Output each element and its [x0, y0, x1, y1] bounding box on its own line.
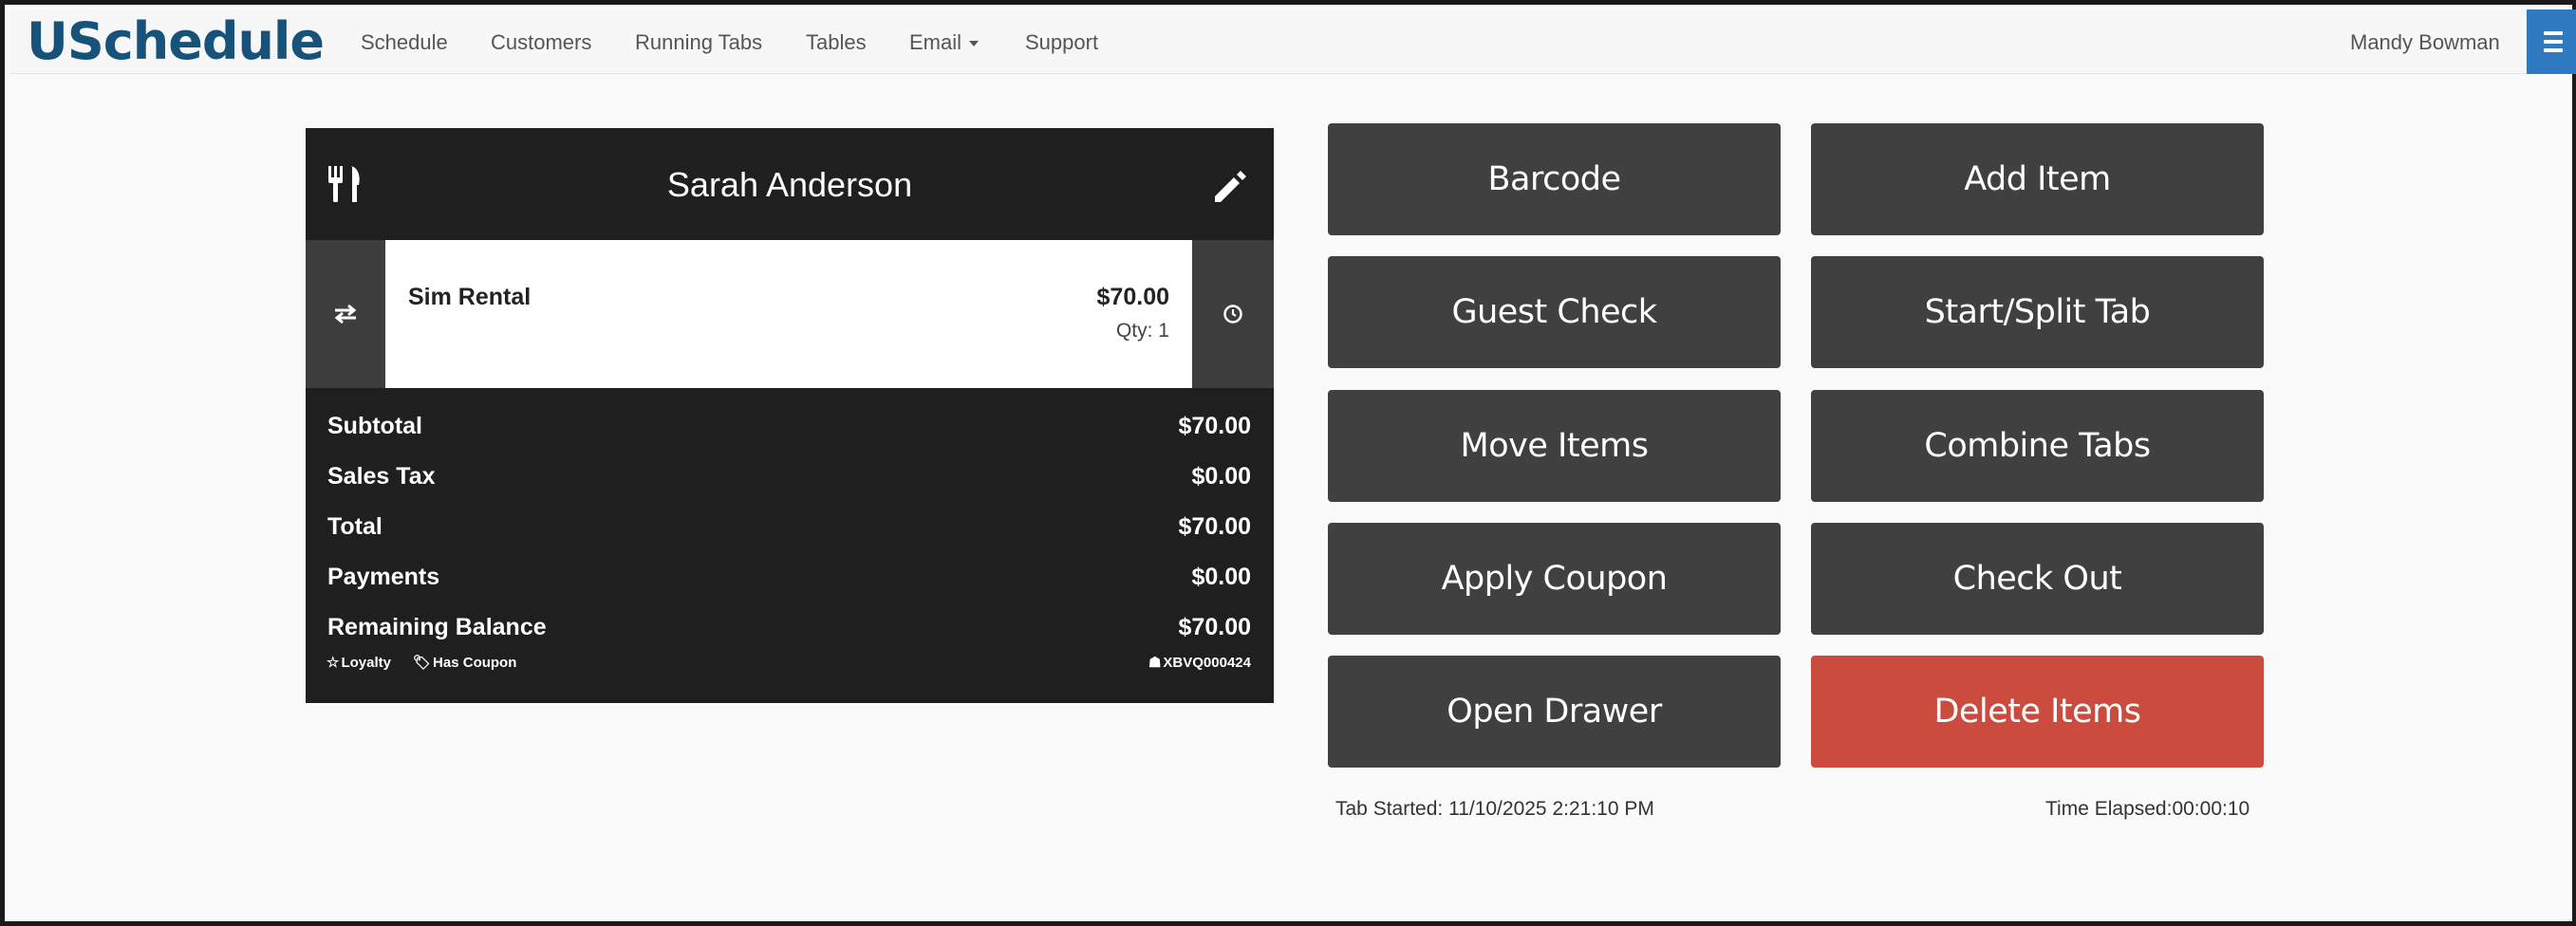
guest-check-button[interactable]: Guest Check	[1328, 256, 1781, 368]
total-label: Subtotal	[327, 413, 422, 439]
total-value: $70.00	[1178, 413, 1251, 439]
app-window: USchedule Schedule Customers Running Tab…	[0, 0, 2576, 926]
move-items-button[interactable]: Move Items	[1328, 390, 1781, 502]
nav-email-dropdown[interactable]: Email	[909, 30, 980, 55]
open-drawer-button[interactable]: Open Drawer	[1328, 656, 1781, 768]
swap-icon[interactable]	[306, 240, 385, 388]
tab-totals: Subtotal $70.00 Sales Tax $0.00 Total $7…	[306, 401, 1274, 653]
total-label: Total	[327, 513, 383, 540]
tag-icon: 🏷	[413, 655, 432, 671]
payments-row: Payments $0.00	[306, 552, 1274, 602]
clock-face-icon	[1223, 305, 1242, 324]
delete-items-button[interactable]: Delete Items	[1811, 656, 2264, 768]
tab-code-badge: ☗ XBVQ000424	[1148, 654, 1251, 671]
item-name: Sim Rental	[408, 284, 532, 310]
total-value: $0.00	[1191, 564, 1251, 590]
subtotal-row: Subtotal $70.00	[306, 401, 1274, 452]
total-value: $70.00	[1178, 513, 1251, 540]
pencil-icon[interactable]	[1211, 168, 1249, 206]
loyalty-label: Loyalty	[341, 655, 391, 671]
item-qty: Qty: 1	[1115, 320, 1169, 342]
tab-item-row[interactable]: Sim Rental $70.00 Qty: 1	[306, 240, 1274, 388]
add-item-button[interactable]: Add Item	[1811, 123, 2264, 235]
coupon-label: Has Coupon	[433, 655, 517, 671]
apply-coupon-button[interactable]: Apply Coupon	[1328, 523, 1781, 635]
time-elapsed: Time Elapsed:00:00:10	[2045, 798, 2250, 820]
list-item[interactable]: Sim Rental $70.00 Qty: 1	[385, 240, 1192, 388]
swap-arrows-icon	[334, 304, 357, 324]
tab-code: XBVQ000424	[1163, 655, 1251, 671]
remaining-balance-row: Remaining Balance $70.00	[306, 602, 1274, 653]
item-price: $70.00	[1096, 284, 1169, 310]
running-tab-panel: Sarah Anderson Sim Rental $70.00 Qty: 1	[306, 128, 1274, 703]
user-menu[interactable]: Mandy Bowman	[2350, 30, 2500, 55]
nav-tables[interactable]: Tables	[806, 30, 867, 55]
cubes-icon: ☗	[1148, 655, 1162, 671]
check-out-button[interactable]: Check Out	[1811, 523, 2264, 635]
brand-logo[interactable]: USchedule	[27, 13, 325, 70]
hamburger-icon	[2544, 31, 2563, 35]
customer-name: Sarah Anderson	[666, 165, 913, 204]
sales-tax-row: Sales Tax $0.00	[306, 452, 1274, 502]
hamburger-menu-button[interactable]	[2527, 9, 2576, 74]
barcode-button[interactable]: Barcode	[1328, 123, 1781, 235]
nav-running-tabs[interactable]: Running Tabs	[635, 30, 762, 55]
loyalty-badge: ☆ Loyalty	[327, 654, 391, 671]
tab-badges: ☆ Loyalty 🏷 Has Coupon ☗ XBVQ000424	[306, 648, 1274, 676]
clock-icon[interactable]	[1192, 240, 1274, 388]
total-label: Sales Tax	[327, 463, 436, 490]
nav-customers[interactable]: Customers	[491, 30, 591, 55]
total-value: $70.00	[1178, 614, 1251, 640]
total-row: Total $70.00	[306, 502, 1274, 552]
combine-tabs-button[interactable]: Combine Tabs	[1811, 390, 2264, 502]
caret-down-icon	[969, 41, 980, 47]
tab-header: Sarah Anderson	[306, 128, 1274, 240]
hamburger-icon-line	[2544, 40, 2563, 44]
total-label: Payments	[327, 564, 440, 590]
start-split-tab-button[interactable]: Start/Split Tab	[1811, 256, 2264, 368]
top-navbar: USchedule Schedule Customers Running Tab…	[9, 9, 2576, 74]
hamburger-icon-line	[2544, 48, 2563, 52]
nav-support[interactable]: Support	[1025, 30, 1098, 55]
tab-started-time: Tab Started: 11/10/2025 2:21:10 PM	[1335, 798, 1654, 820]
coupon-badge: 🏷 Has Coupon	[413, 654, 516, 671]
total-label: Remaining Balance	[327, 614, 547, 640]
star-icon: ☆	[327, 655, 340, 671]
nav-email-label: Email	[909, 30, 962, 54]
total-value: $0.00	[1191, 463, 1251, 490]
nav-schedule[interactable]: Schedule	[361, 30, 448, 55]
